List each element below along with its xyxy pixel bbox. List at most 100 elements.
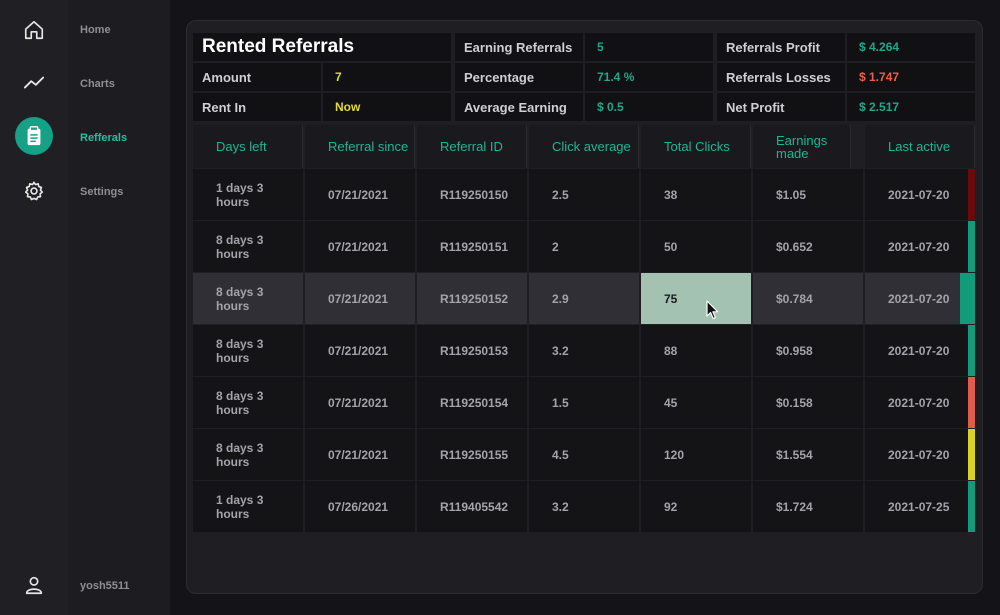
header-total-clicks[interactable]: Total Clicks [641, 125, 751, 168]
last-active-cell[interactable]: 2021-07-20 [865, 429, 969, 480]
nav-home-button[interactable] [15, 11, 53, 49]
referral-id-cell[interactable]: R119250153 [417, 325, 527, 376]
referrals-profit-value: $ 4.264 [847, 33, 975, 61]
referral-since-cell[interactable]: 07/21/2021 [305, 429, 415, 480]
amount-label: Amount [193, 63, 321, 91]
total-clicks-cell[interactable]: 88 [641, 325, 751, 376]
earnings-cell[interactable]: $1.05 [753, 169, 863, 220]
nav-referrals-button[interactable] [15, 117, 53, 155]
total-clicks-cell[interactable]: 75 [641, 273, 751, 324]
referral-since-cell[interactable]: 07/21/2021 [305, 325, 415, 376]
user-icon [25, 576, 43, 595]
referral-id-cell[interactable]: R119250154 [417, 377, 527, 428]
nav-settings-label[interactable]: Settings [80, 186, 123, 198]
header-referral-since[interactable]: Referral since [305, 125, 415, 168]
days-left-cell[interactable]: 1 days 3 hours [193, 481, 303, 532]
referral-since-cell[interactable]: 07/21/2021 [305, 221, 415, 272]
percentage-value: 71.4 % [585, 63, 713, 91]
referral-since-cell[interactable]: 07/21/2021 [305, 169, 415, 220]
days-left-cell[interactable]: 8 days 3 hours [193, 273, 303, 324]
summary-grid: Rented Referrals Amount 7 Rent In Now Ea… [193, 33, 975, 123]
icon-rail [0, 0, 68, 615]
referral-id-cell[interactable]: R119405542 [417, 481, 527, 532]
table-row[interactable]: 8 days 3 hours 07/21/2021 R119250154 1.5 45 $… [193, 377, 975, 428]
days-left-cell[interactable]: 8 days 3 hours [193, 325, 303, 376]
app-window: Home Charts Refferals Settings yosh5511 … [0, 0, 1000, 615]
nav-charts-button[interactable] [15, 64, 53, 102]
nav-charts-label[interactable]: Charts [80, 78, 115, 90]
gear-icon [24, 181, 44, 201]
table-row[interactable]: 8 days 3 hours 07/21/2021 R119250152 2.9 75 $… [193, 273, 975, 324]
earnings-cell[interactable]: $0.784 [753, 273, 863, 324]
click-average-cell[interactable]: 1.5 [529, 377, 639, 428]
last-active-cell[interactable]: 2021-07-25 [865, 481, 969, 532]
last-active-cell[interactable]: 2021-07-20 [865, 273, 969, 324]
total-clicks-cell[interactable]: 38 [641, 169, 751, 220]
last-active-cell[interactable]: 2021-07-20 [865, 221, 969, 272]
header-referral-id[interactable]: Referral ID [417, 125, 527, 168]
click-average-cell[interactable]: 2 [529, 221, 639, 272]
days-left-cell[interactable]: 1 days 3 hours [193, 169, 303, 220]
earnings-cell[interactable]: $1.554 [753, 429, 863, 480]
total-clicks-cell[interactable]: 120 [641, 429, 751, 480]
referrals-profit-label: Referrals Profit [717, 33, 845, 61]
nav-referrals-label[interactable]: Refferals [80, 132, 127, 144]
click-average-cell[interactable]: 3.2 [529, 481, 639, 532]
average-earning-label: Average Earning [455, 93, 583, 121]
nav-settings-button[interactable] [15, 172, 53, 210]
net-profit-value: $ 2.517 [847, 93, 975, 121]
status-indicator [968, 429, 975, 480]
days-left-cell[interactable]: 8 days 3 hours [193, 429, 303, 480]
total-clicks-cell[interactable]: 45 [641, 377, 751, 428]
earnings-cell[interactable]: $0.652 [753, 221, 863, 272]
status-indicator [960, 273, 975, 324]
earnings-cell[interactable]: $1.724 [753, 481, 863, 532]
referral-since-cell[interactable]: 07/26/2021 [305, 481, 415, 532]
referral-id-cell[interactable]: R119250155 [417, 429, 527, 480]
total-clicks-cell[interactable]: 92 [641, 481, 751, 532]
table-row[interactable]: 8 days 3 hours 07/21/2021 R119250151 2 50 $0.… [193, 221, 975, 272]
clipboard-icon [27, 126, 41, 146]
referral-id-cell[interactable]: R119250151 [417, 221, 527, 272]
page-title: Rented Referrals [193, 33, 451, 61]
referral-id-cell[interactable]: R119250150 [417, 169, 527, 220]
days-left-cell[interactable]: 8 days 3 hours [193, 221, 303, 272]
click-average-cell[interactable]: 4.5 [529, 429, 639, 480]
table-row[interactable]: 1 days 3 hours 07/26/2021 R119405542 3.2 92 $… [193, 481, 975, 532]
referral-id-cell[interactable]: R119250152 [417, 273, 527, 324]
click-average-cell[interactable]: 3.2 [529, 325, 639, 376]
header-click-average[interactable]: Click average [529, 125, 639, 168]
status-indicator [968, 169, 975, 220]
username-label[interactable]: yosh5511 [80, 580, 130, 592]
average-earning-value: $ 0.5 [585, 93, 713, 121]
earnings-cell[interactable]: $0.958 [753, 325, 863, 376]
last-active-cell[interactable]: 2021-07-20 [865, 377, 969, 428]
days-left-cell[interactable]: 8 days 3 hours [193, 377, 303, 428]
header-days-left[interactable]: Days left [193, 125, 303, 168]
earning-referrals-value: 5 [585, 33, 713, 61]
mouse-cursor-icon [706, 300, 719, 320]
click-average-cell[interactable]: 2.9 [529, 273, 639, 324]
rent-in-label: Rent In [193, 93, 321, 121]
user-avatar-button[interactable] [15, 566, 53, 604]
net-profit-label: Net Profit [717, 93, 845, 121]
referrals-losses-label: Referrals Losses [717, 63, 845, 91]
table-row[interactable]: 8 days 3 hours 07/21/2021 R119250153 3.2 88 $… [193, 325, 975, 376]
status-indicator [968, 481, 975, 532]
referral-since-cell[interactable]: 07/21/2021 [305, 377, 415, 428]
table-row[interactable]: 8 days 3 hours 07/21/2021 R119250155 4.5 120… [193, 429, 975, 480]
click-average-cell[interactable]: 2.5 [529, 169, 639, 220]
header-last-active[interactable]: Last active [865, 125, 975, 168]
percentage-label: Percentage [455, 63, 583, 91]
total-clicks-cell[interactable]: 50 [641, 221, 751, 272]
earning-referrals-label: Earning Referrals [455, 33, 583, 61]
nav-home-label[interactable]: Home [80, 24, 111, 36]
header-earnings-made[interactable]: Earnings made [753, 125, 851, 168]
status-indicator [968, 221, 975, 272]
last-active-cell[interactable]: 2021-07-20 [865, 325, 969, 376]
earnings-cell[interactable]: $0.158 [753, 377, 863, 428]
referrals-losses-value: $ 1.747 [847, 63, 975, 91]
referral-since-cell[interactable]: 07/21/2021 [305, 273, 415, 324]
table-row[interactable]: 1 days 3 hours 07/21/2021 R119250150 2.5 38 $… [193, 169, 975, 220]
last-active-cell[interactable]: 2021-07-20 [865, 169, 969, 220]
